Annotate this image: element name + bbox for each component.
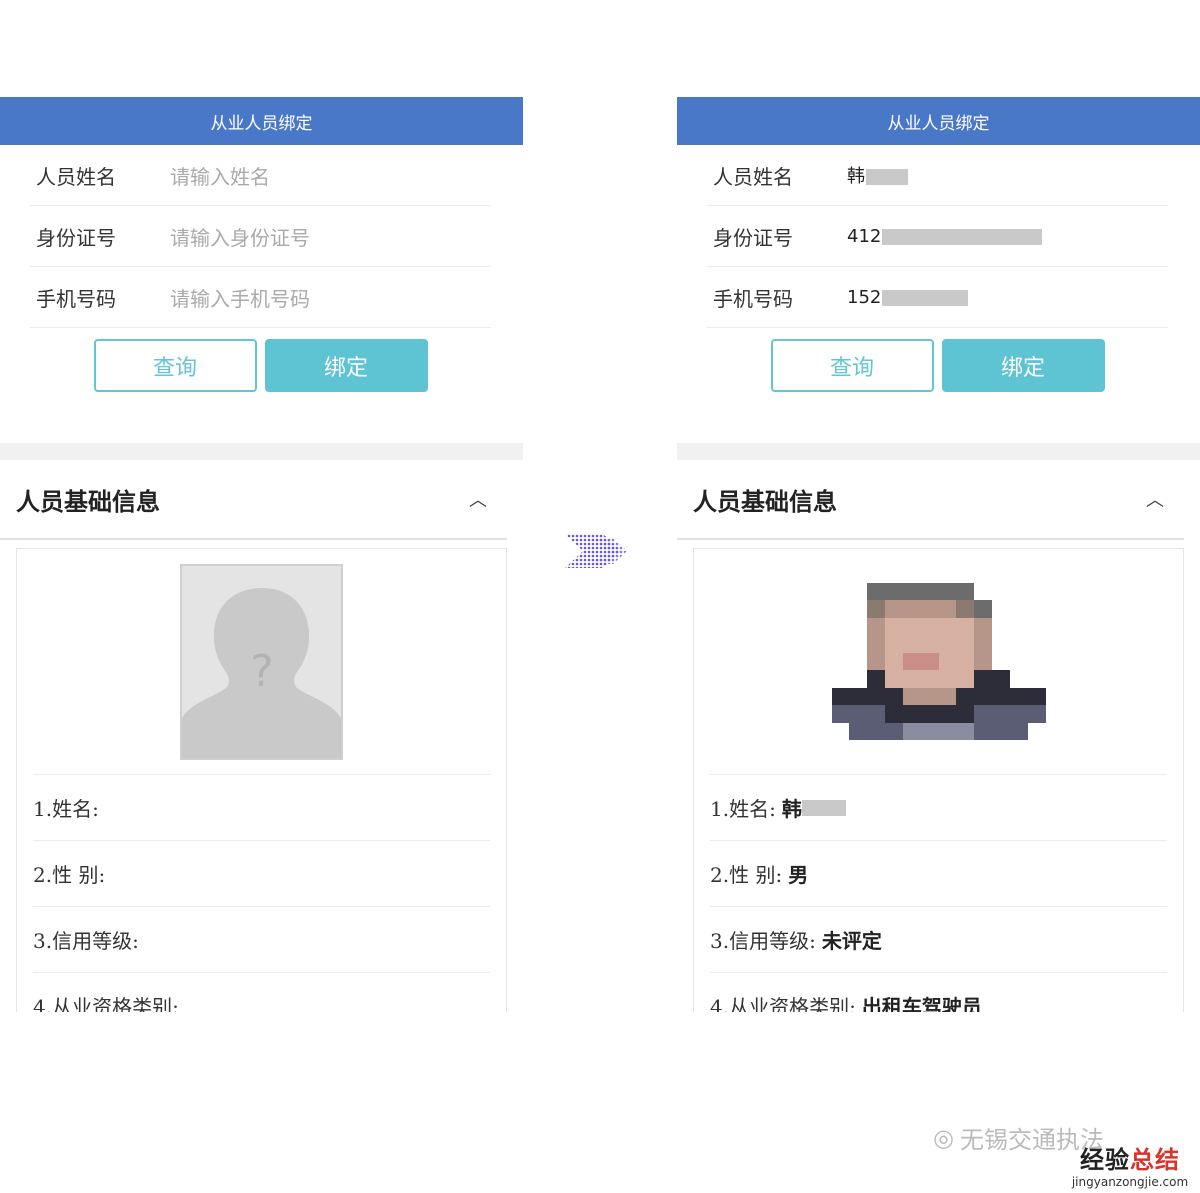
- id-row: 身份证号 412: [707, 206, 1168, 267]
- section-header[interactable]: 人员基础信息 ︿: [0, 460, 507, 540]
- id-input[interactable]: 请输入身份证号: [170, 222, 310, 251]
- transition-arrow-icon: [563, 530, 635, 572]
- name-input[interactable]: 韩: [847, 162, 908, 188]
- name-label: 人员姓名: [713, 164, 793, 189]
- bind-form: 人员姓名 请输入姓名 身份证号 请输入身份证号 手机号码 请输入手机号码 查询 …: [0, 145, 523, 443]
- header-bar: 从业人员绑定: [677, 97, 1200, 145]
- basic-info-section: 人员基础信息 ︿ ? 1.姓名: 2.性 别: 3.信用等级: 4.从业资格类别…: [0, 460, 523, 1012]
- placeholder-avatar-icon: ?: [180, 563, 343, 760]
- field-name: 1.姓名: 韩: [710, 775, 1167, 841]
- pixelated-photo: [831, 582, 1046, 741]
- phone-label: 手机号码: [36, 286, 116, 311]
- redaction-blur: [866, 169, 908, 185]
- site-logo: 经验总结 jingyanzongjie.com: [1071, 1146, 1189, 1189]
- header-bar: 从业人员绑定: [0, 97, 523, 145]
- wechat-icon: ◎: [933, 1123, 954, 1152]
- chevron-up-icon[interactable]: ︿: [469, 486, 487, 512]
- phone-label: 手机号码: [713, 286, 793, 311]
- field-credit: 3.信用等级: 未评定: [710, 907, 1167, 973]
- info-card: 1.姓名: 韩 2.性 别: 男 3.信用等级: 未评定 4.从业资格类别: 出租车驾驶…: [693, 548, 1184, 1012]
- basic-info-section: 人员基础信息 ︿ 1.姓名: 韩 2.性 别: 男 3.信用等级: 未评定 4.从业资…: [677, 460, 1200, 1012]
- field-gender: 2.性 别:: [33, 841, 490, 907]
- right-screen: 从业人员绑定 人员姓名 韩 身份证号 412 手机号码 152 查询 绑定 人员…: [677, 97, 1200, 1012]
- left-screen: 从业人员绑定 人员姓名 请输入姓名 身份证号 请输入身份证号 手机号码 请输入手…: [0, 97, 523, 1012]
- field-gender: 2.性 别: 男: [710, 841, 1167, 907]
- section-header[interactable]: 人员基础信息 ︿: [677, 460, 1184, 540]
- redaction-blur: [882, 228, 1043, 245]
- query-button[interactable]: 查询: [770, 339, 934, 392]
- phone-input[interactable]: 请输入手机号码: [170, 283, 310, 312]
- query-button[interactable]: 查询: [93, 339, 257, 392]
- field-qualification: 4.从业资格类别: 出租车驾驶员: [710, 973, 1167, 1012]
- header-title: 从业人员绑定: [210, 113, 313, 134]
- svg-text:?: ?: [250, 646, 273, 697]
- name-input[interactable]: 请输入姓名: [170, 161, 270, 190]
- id-label: 身份证号: [713, 225, 793, 250]
- bind-form: 人员姓名 韩 身份证号 412 手机号码 152 查询 绑定: [677, 145, 1200, 443]
- phone-input[interactable]: 152: [847, 287, 969, 308]
- redaction-blur: [882, 289, 969, 306]
- field-qualification: 4.从业资格类别:: [33, 973, 490, 1012]
- bind-button[interactable]: 绑定: [264, 339, 428, 392]
- name-row: 人员姓名 韩: [707, 145, 1168, 206]
- section-title: 人员基础信息: [16, 487, 160, 516]
- id-label: 身份证号: [36, 225, 116, 250]
- name-label: 人员姓名: [36, 164, 116, 189]
- header-title: 从业人员绑定: [887, 113, 990, 134]
- bind-button[interactable]: 绑定: [941, 339, 1105, 392]
- name-row: 人员姓名 请输入姓名: [30, 145, 491, 206]
- section-title: 人员基础信息: [693, 487, 837, 516]
- phone-row: 手机号码 请输入手机号码: [30, 267, 491, 328]
- id-input[interactable]: 412: [847, 226, 1043, 247]
- phone-row: 手机号码 152: [707, 267, 1168, 328]
- chevron-up-icon[interactable]: ︿: [1146, 486, 1164, 512]
- info-card: ? 1.姓名: 2.性 别: 3.信用等级: 4.从业资格类别:: [16, 548, 507, 1012]
- id-row: 身份证号 请输入身份证号: [30, 206, 491, 267]
- field-name: 1.姓名:: [33, 775, 490, 841]
- field-credit: 3.信用等级:: [33, 907, 490, 973]
- redaction-blur: [801, 799, 846, 816]
